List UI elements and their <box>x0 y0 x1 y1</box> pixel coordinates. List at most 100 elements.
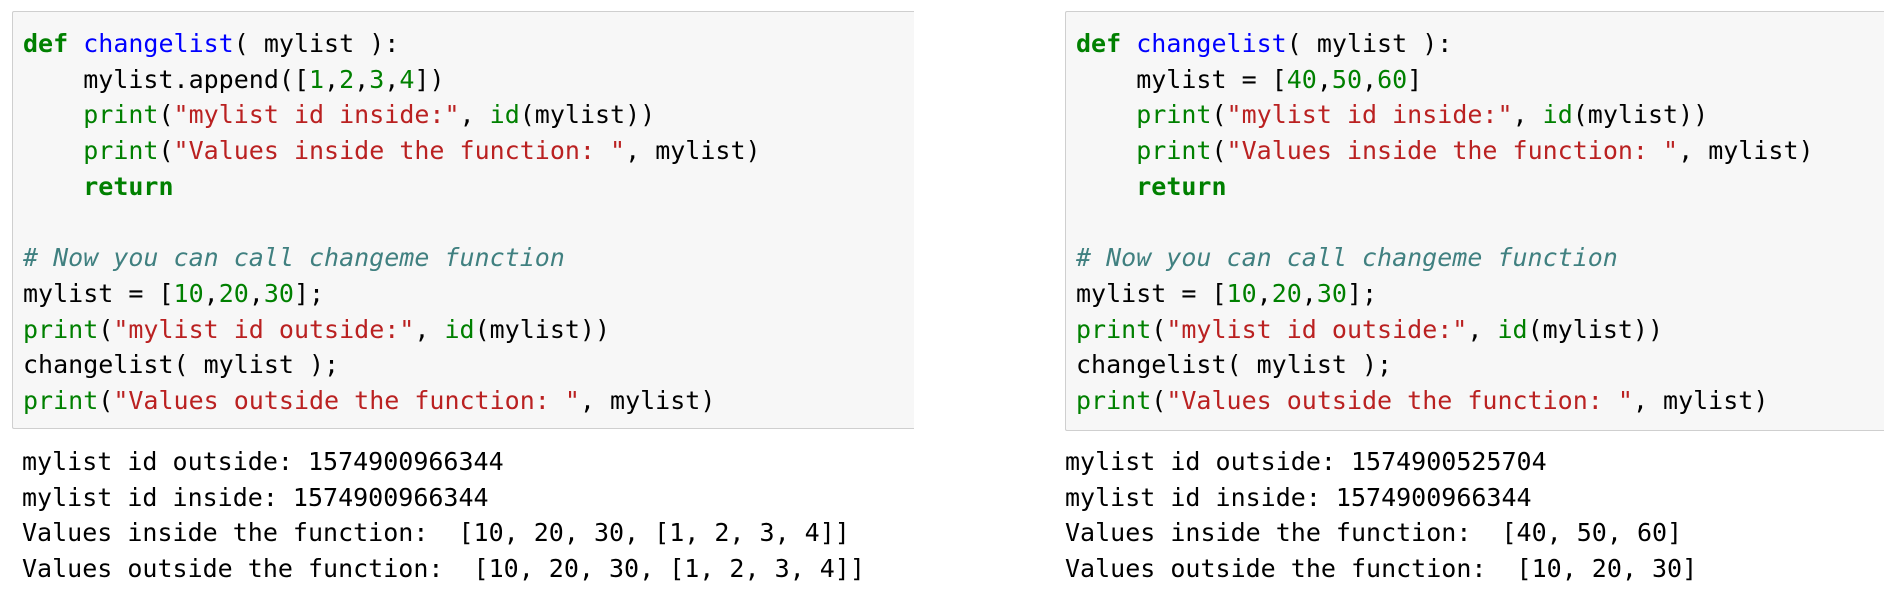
code-text: ]; <box>1346 278 1378 308</box>
code-text: changelist( mylist ); <box>23 350 340 380</box>
code-input-area[interactable]: def changelist( mylist ): mylist = [40,5… <box>1065 11 1884 431</box>
code-text: , <box>1362 64 1378 94</box>
string-token: "mylist id inside:" <box>173 100 460 130</box>
code-text: (mylist)) <box>1572 100 1709 130</box>
builtin-token: print <box>1136 136 1212 166</box>
output-line: mylist id inside: 1574900966344 <box>22 482 489 512</box>
builtin-token: print <box>23 385 99 415</box>
code-line: def changelist( mylist ): <box>1076 26 1884 62</box>
output-line: mylist id outside: 1574900966344 <box>22 447 504 476</box>
builtin-token: id <box>444 314 475 344</box>
output-line: Values outside the function: [10, 20, 30… <box>1065 554 1698 584</box>
output-line: Values inside the function: [10, 20, 30,… <box>22 518 850 548</box>
code-text: , mylist) <box>625 136 761 166</box>
number-token: 40 <box>1286 64 1317 94</box>
code-text: ( <box>1151 385 1167 415</box>
number-token: 1 <box>308 64 325 94</box>
code-text: ( <box>98 385 114 415</box>
string-token: "Values outside the function: " <box>113 385 580 415</box>
number-token: 10 <box>1226 278 1257 308</box>
code-text: ( <box>1151 314 1167 344</box>
code-text: , mylist) <box>1678 136 1814 166</box>
code-text: , <box>1256 278 1272 308</box>
number-token: 20 <box>218 278 249 308</box>
code-text: , mylist) <box>1632 385 1769 415</box>
string-token: "Values outside the function: " <box>1166 385 1633 415</box>
output-line: mylist id inside: 1574900966344 <box>1065 482 1532 512</box>
code-text: ( <box>158 100 174 130</box>
code-line: changelist( mylist ); <box>1076 347 1884 383</box>
string-token: "mylist id inside:" <box>1226 100 1513 130</box>
code-text: ( mylist ): <box>1286 29 1453 58</box>
code-line: return <box>23 169 914 205</box>
builtin-token: print <box>83 100 159 130</box>
code-line: changelist( mylist ); <box>23 347 914 383</box>
code-text: (mylist)) <box>474 314 611 344</box>
string-token: "mylist id outside:" <box>113 314 415 344</box>
code-text: , <box>1316 64 1332 94</box>
code-text: ( <box>1211 136 1227 166</box>
code-line: # Now you can call changeme function <box>23 240 914 276</box>
number-token: 3 <box>369 64 385 94</box>
builtin-token: print <box>1076 314 1152 344</box>
function-name-token: changelist <box>83 29 234 58</box>
keyword-token: def <box>23 29 69 58</box>
code-text: ] <box>1407 64 1423 94</box>
comment-token: # Now you can call changeme function <box>23 243 565 273</box>
code-line: print("mylist id outside:", id(mylist)) <box>1076 312 1884 348</box>
cell-output: mylist id outside: 1574900966344 mylist i… <box>22 444 865 587</box>
code-text: changelist( mylist ); <box>1076 350 1393 380</box>
output-line: Values outside the function: [10, 20, 30… <box>22 554 865 584</box>
number-token: 2 <box>339 64 355 94</box>
output-line: Values inside the function: [40, 50, 60] <box>1065 518 1683 548</box>
code-text: , <box>1301 278 1317 308</box>
code-line: print("mylist id inside:", id(mylist)) <box>1076 97 1884 133</box>
builtin-token: id <box>1497 314 1528 344</box>
code-input-area[interactable]: def changelist( mylist ): mylist.append(… <box>12 11 914 429</box>
cell-output: mylist id outside: 1574900525704 mylist i… <box>1065 444 1697 587</box>
code-text: , <box>203 278 219 308</box>
number-token: 10 <box>173 278 204 308</box>
code-line: print("Values outside the function: ", m… <box>1076 383 1884 419</box>
builtin-token: id <box>489 100 520 130</box>
string-token: "Values inside the function: " <box>1226 136 1679 166</box>
code-text: mylist = [ <box>1076 278 1227 308</box>
number-token: 4 <box>399 64 415 94</box>
code-text: mylist = [ <box>23 278 174 308</box>
code-line: print("Values outside the function: ", m… <box>23 383 914 419</box>
code-text: ( mylist ): <box>233 29 400 58</box>
code-text: , mylist) <box>579 385 716 415</box>
code-text: mylist = [ <box>1076 64 1287 94</box>
number-token: 50 <box>1331 64 1362 94</box>
keyword-token: def <box>1076 29 1122 58</box>
code-text: ]; <box>293 278 325 308</box>
code-line: print("Values inside the function: ", my… <box>1076 133 1884 169</box>
code-line: mylist = [40,50,60] <box>1076 62 1884 98</box>
string-token: "Values inside the function: " <box>173 136 626 166</box>
code-text: ( <box>98 314 114 344</box>
function-name-token: changelist <box>1136 29 1287 58</box>
code-line: # Now you can call changeme function <box>1076 240 1884 276</box>
number-token: 20 <box>1271 278 1302 308</box>
code-text: , <box>324 64 340 94</box>
number-token: 60 <box>1377 64 1408 94</box>
code-text: , <box>459 100 490 130</box>
number-token: 30 <box>1316 278 1347 308</box>
code-line: mylist = [10,20,30]; <box>1076 276 1884 312</box>
code-text: mylist.append([ <box>23 64 309 94</box>
code-line: print("Values inside the function: ", my… <box>23 133 914 169</box>
builtin-token: print <box>1076 385 1152 415</box>
code-text: ( <box>158 136 174 166</box>
code-line: mylist.append([1,2,3,4]) <box>23 62 914 98</box>
builtin-token: print <box>83 136 159 166</box>
code-line: mylist = [10,20,30]; <box>23 276 914 312</box>
code-line: print("mylist id outside:", id(mylist)) <box>23 312 914 348</box>
code-text: , <box>1512 100 1543 130</box>
